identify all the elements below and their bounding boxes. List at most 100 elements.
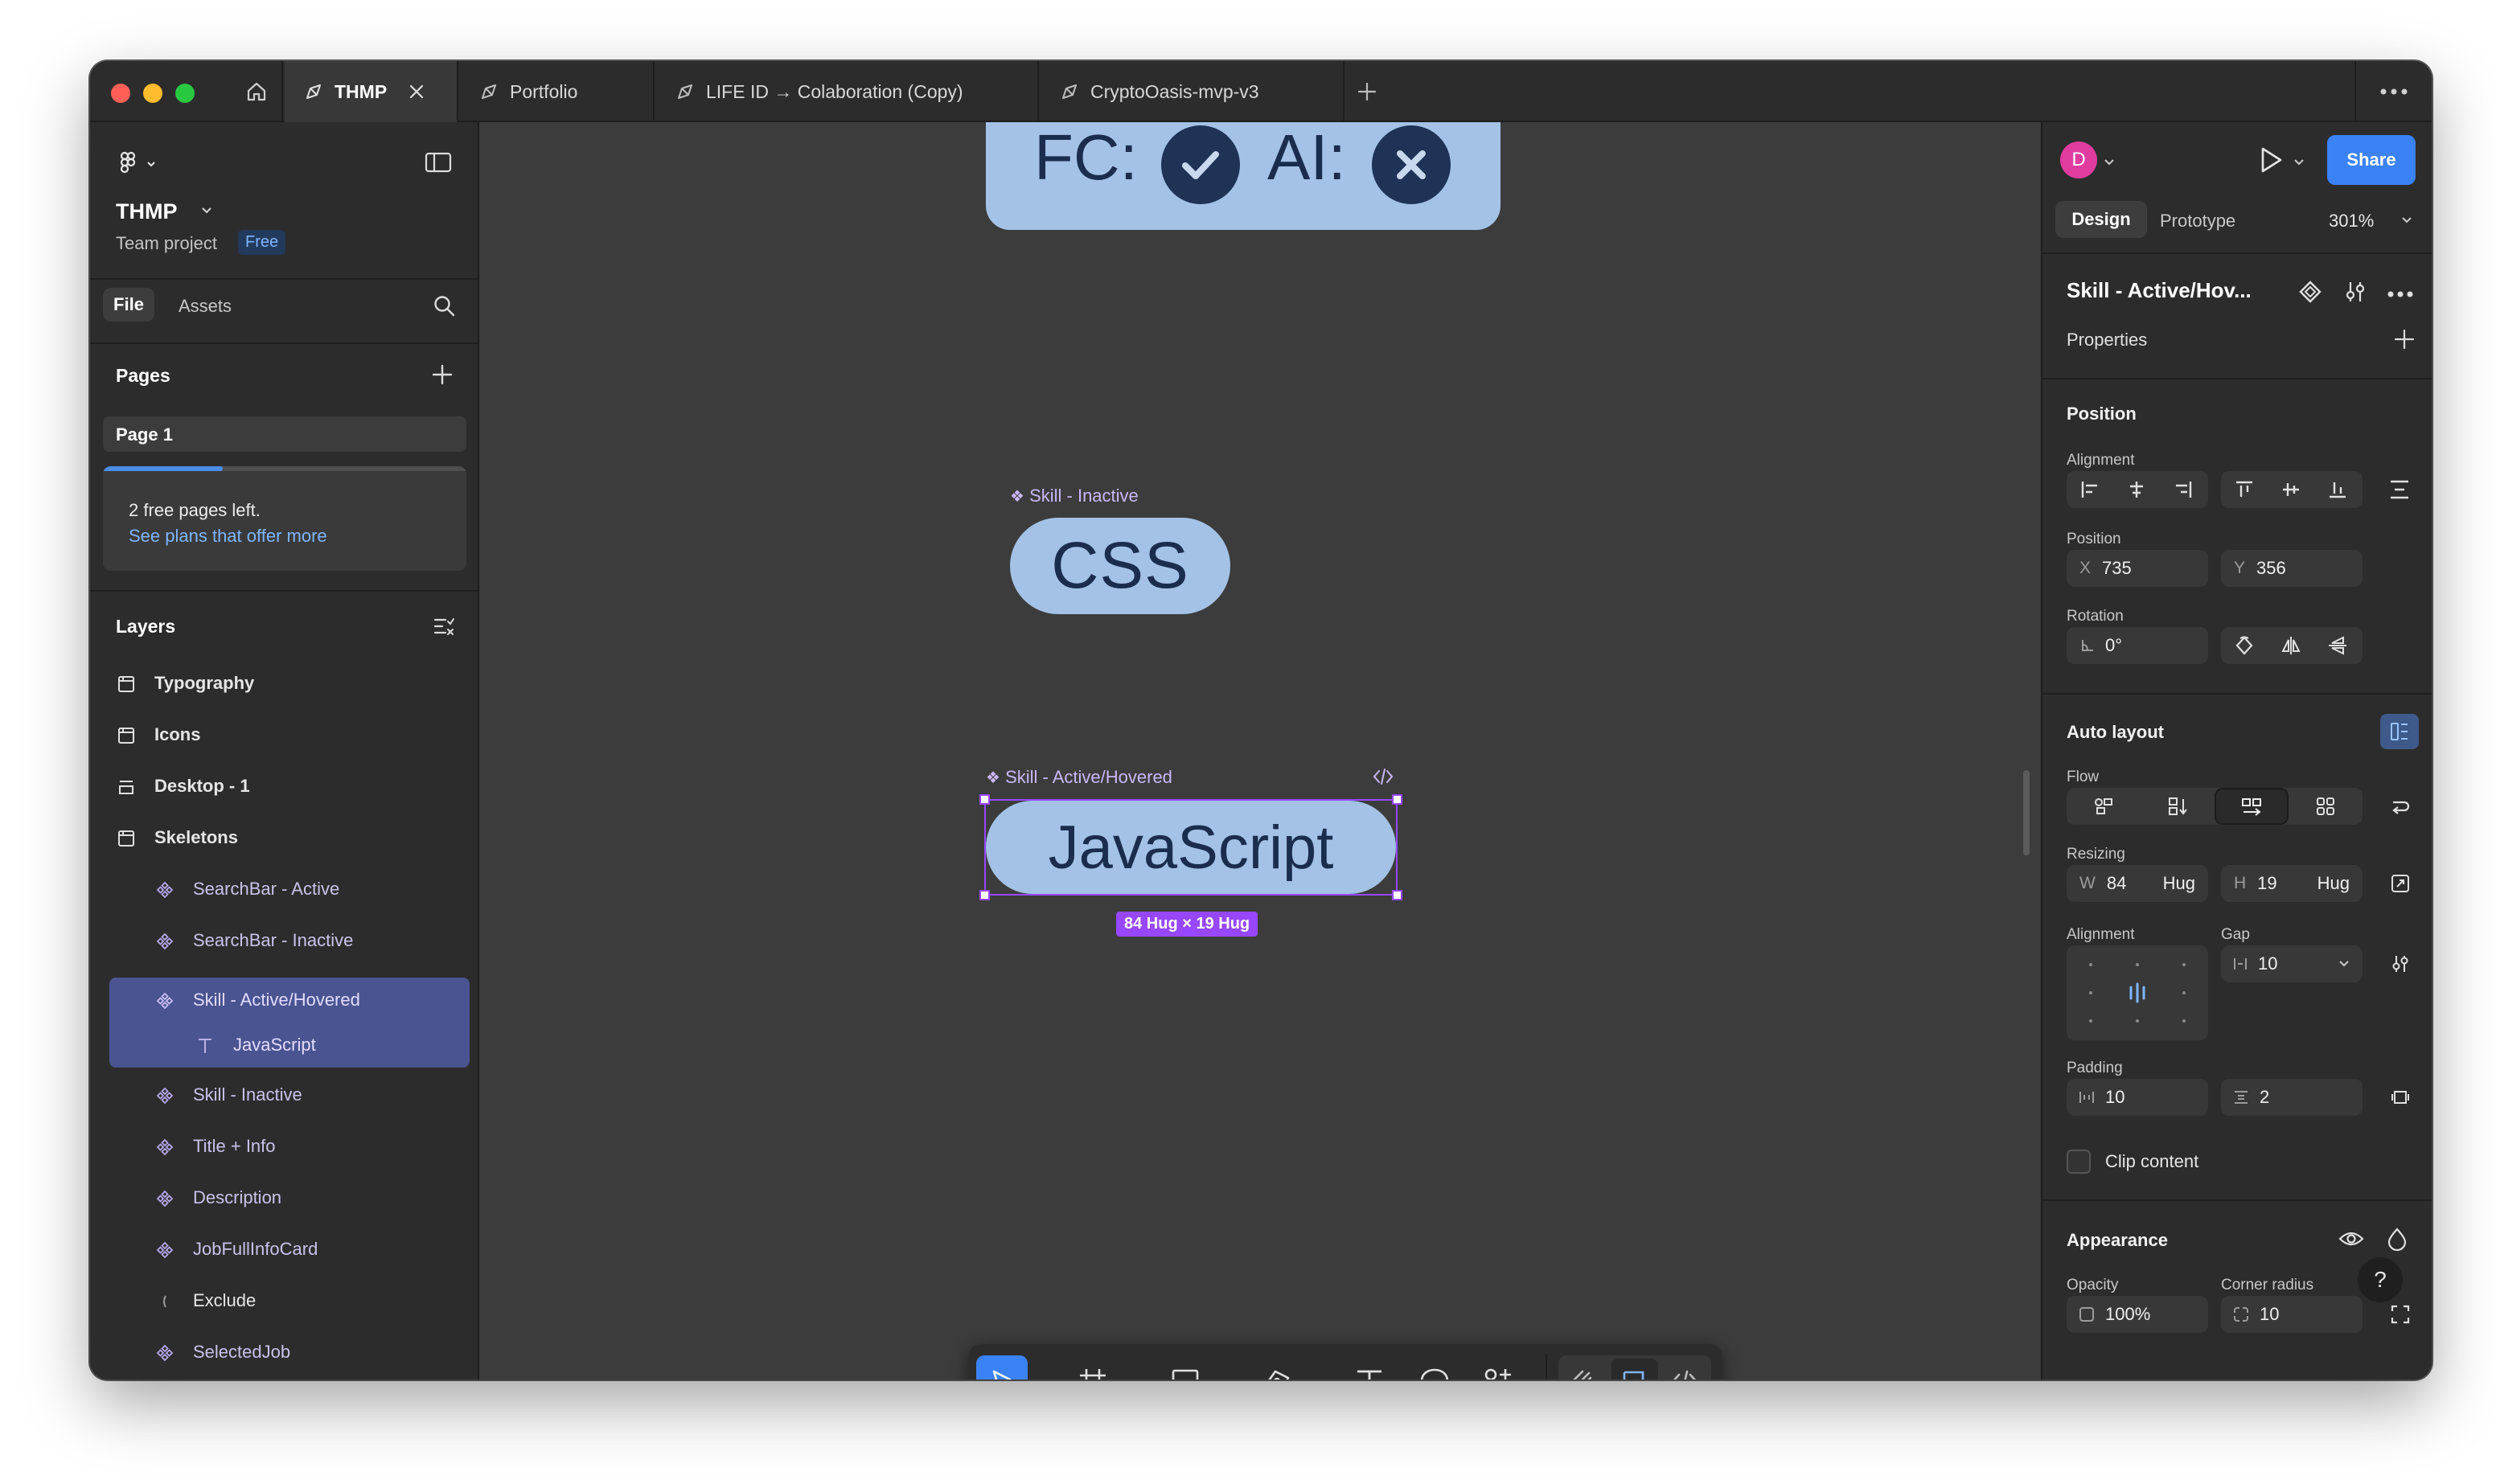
component-icon[interactable] [2298, 280, 2322, 308]
layout-settings-icon[interactable] [2390, 953, 2411, 978]
chevron-down-icon[interactable] [1309, 1378, 1320, 1379]
main-menu-button[interactable] [119, 151, 161, 179]
rotate-icon[interactable] [2221, 627, 2268, 664]
y-position-field[interactable]: Y 356 [2221, 550, 2363, 587]
page-item-page-1[interactable]: Page 1 [103, 416, 466, 452]
pen-tool-icon[interactable] [1262, 1367, 1293, 1379]
instance-settings-icon[interactable] [2343, 280, 2367, 308]
corner-radius-field[interactable]: 10 [2221, 1296, 2363, 1333]
resize-handle-br[interactable] [1392, 890, 1402, 900]
component-name[interactable]: Skill - Active/Hov... [2067, 278, 2252, 303]
w-mode[interactable]: Hug [2163, 873, 2195, 894]
eye-icon[interactable] [2338, 1228, 2364, 1253]
plan-badge[interactable]: Free [238, 230, 286, 255]
resize-handle-tr[interactable] [1392, 794, 1402, 805]
align-right-icon[interactable] [2160, 471, 2207, 508]
grid-flow-icon[interactable] [2289, 788, 2363, 825]
layer-icons[interactable]: Icons [90, 712, 479, 757]
width-field[interactable]: W 84 Hug [2067, 865, 2208, 902]
autolayout-toggle-button[interactable] [2380, 714, 2419, 749]
close-window-button[interactable] [111, 84, 130, 103]
design-mode-button[interactable] [1611, 1359, 1658, 1379]
rotation-field[interactable]: 0° [2067, 627, 2208, 664]
add-property-icon[interactable] [2393, 328, 2416, 355]
x-position-field[interactable]: X 735 [2067, 550, 2208, 587]
vertical-scrollbar[interactable] [2023, 770, 2030, 855]
plans-link[interactable]: See plans that offer more [129, 526, 327, 547]
layer-title-info[interactable]: Title + Info [90, 1124, 479, 1169]
skill-active-frame-label[interactable]: ❖ Skill - Active/Hovered [986, 767, 1172, 788]
share-button[interactable]: Share [2327, 135, 2416, 185]
add-page-icon[interactable] [431, 363, 454, 390]
code-icon[interactable] [1372, 767, 1394, 790]
skill-inactive-frame-label[interactable]: ❖ Skill - Inactive [1010, 486, 1139, 506]
help-button[interactable]: ? [2358, 1257, 2403, 1302]
project-name[interactable]: THMP [116, 199, 178, 224]
actions-tool-icon[interactable] [1483, 1367, 1515, 1379]
user-avatar[interactable]: D [2060, 141, 2097, 178]
resize-handle-tl[interactable] [979, 794, 990, 805]
tab-assets[interactable]: Assets [179, 296, 232, 317]
rectangle-tool-icon[interactable] [1171, 1368, 1200, 1379]
chevron-down-icon[interactable] [2293, 156, 2305, 170]
chevron-down-icon[interactable] [1126, 1378, 1137, 1379]
layer-selectedjob[interactable]: SelectedJob [90, 1330, 479, 1375]
layer-jobfullinfocard[interactable]: JobFullInfoCard [90, 1227, 479, 1272]
align-middle-icon[interactable] [2268, 471, 2314, 508]
padding-vertical-field[interactable]: 2 [2221, 1079, 2363, 1116]
layer-typography[interactable]: Typography [90, 661, 479, 706]
tab-life-id[interactable]: LIFE ID → Colaboration (Copy) [656, 61, 1039, 122]
opacity-field[interactable]: 100% [2067, 1296, 2208, 1333]
chevron-down-icon[interactable] [1217, 1378, 1229, 1379]
tab-thmp[interactable]: THMP [285, 61, 458, 122]
chevron-down-icon[interactable] [1036, 1378, 1047, 1379]
skill-inactive-pill[interactable]: CSS [1010, 518, 1230, 614]
vertical-flow-icon[interactable] [2141, 788, 2215, 825]
distribute-icon[interactable] [2388, 479, 2411, 504]
individual-padding-icon[interactable] [2390, 1087, 2411, 1112]
layer-desktop-1[interactable]: Desktop - 1 [90, 764, 479, 809]
padding-horizontal-field[interactable]: 10 [2067, 1079, 2208, 1116]
dev-mode-icon[interactable] [1669, 1367, 1700, 1379]
fc-ai-card[interactable]: FC: AI: [986, 122, 1500, 230]
close-tab-icon[interactable] [407, 82, 426, 101]
flip-horizontal-icon[interactable] [2268, 627, 2314, 664]
chevron-down-icon[interactable] [2401, 214, 2412, 228]
layer-javascript-text[interactable]: JavaScript [90, 1023, 479, 1068]
blend-mode-icon[interactable] [2387, 1227, 2408, 1255]
layer-skill-inactive[interactable]: Skill - Inactive [90, 1072, 479, 1117]
more-menu-button[interactable] [2354, 61, 2432, 122]
chevron-down-icon[interactable] [199, 203, 214, 221]
layer-list-options-icon[interactable] [433, 616, 455, 641]
alignment-grid[interactable] [2067, 945, 2208, 1040]
gap-field[interactable]: 10 [2221, 945, 2363, 982]
horizontal-flow-icon[interactable] [2215, 788, 2289, 825]
wrap-icon[interactable] [2390, 796, 2411, 821]
chevron-down-icon[interactable] [2338, 960, 2350, 968]
independent-corners-icon[interactable] [2390, 1304, 2411, 1329]
align-center-h-icon[interactable] [2113, 471, 2160, 508]
chevron-down-icon[interactable] [2104, 156, 2115, 170]
text-tool-icon[interactable] [1354, 1367, 1385, 1379]
tab-prototype[interactable]: Prototype [2160, 211, 2235, 232]
constrain-proportions-icon[interactable] [2390, 873, 2411, 898]
move-tool-button[interactable] [976, 1355, 1028, 1379]
zoom-level[interactable]: 301% [2329, 211, 2374, 232]
layer-skeletons[interactable]: Skeletons [90, 815, 479, 860]
frame-tool-icon[interactable] [1078, 1367, 1108, 1379]
tab-design[interactable]: Design [2055, 201, 2147, 238]
toggle-sidebar-button[interactable] [425, 151, 452, 178]
design-canvas[interactable]: FC: AI: ❖ Skill - Inactive CSS ❖ Skill -… [481, 122, 2039, 1379]
minimize-window-button[interactable] [143, 84, 162, 103]
present-button[interactable] [2258, 146, 2284, 178]
freeform-flow-icon[interactable] [2067, 788, 2141, 825]
layer-skill-active-hovered[interactable]: Skill - Active/Hovered [90, 978, 479, 1023]
height-field[interactable]: H 19 Hug [2221, 865, 2363, 902]
layer-description[interactable]: Description [90, 1175, 479, 1220]
home-button[interactable] [232, 61, 283, 122]
align-top-icon[interactable] [2221, 471, 2268, 508]
layer-exclude[interactable]: Exclude [90, 1278, 479, 1323]
layer-searchbar-inactive[interactable]: SearchBar - Inactive [90, 918, 479, 963]
zoom-window-button[interactable] [175, 84, 195, 103]
layer-searchbar-active[interactable]: SearchBar - Active [90, 867, 479, 912]
